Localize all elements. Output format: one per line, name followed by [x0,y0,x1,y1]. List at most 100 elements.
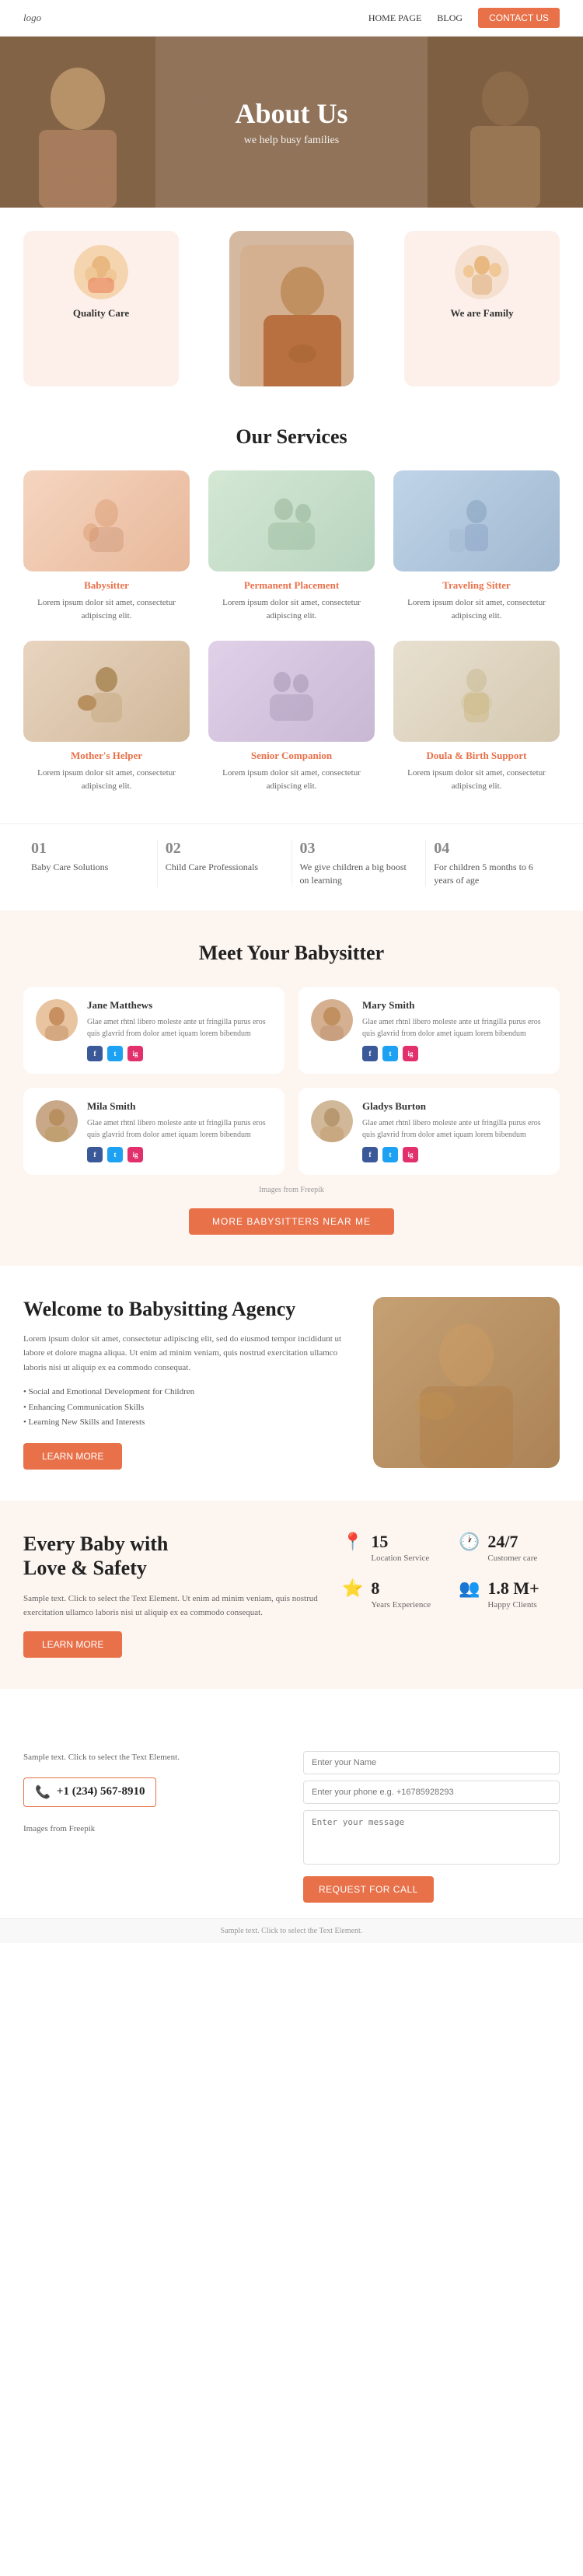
nav-blog[interactable]: BLOG [437,12,463,24]
welcome-learn-button[interactable]: LEARN MORE [23,1443,122,1470]
experience-label: Years Experience [371,1600,431,1610]
footer-right: REQUEST FOR CALL [303,1751,560,1903]
traveling-name: Traveling Sitter [393,579,560,592]
family-avatar [455,245,509,299]
location-label: Location Service [371,1554,429,1563]
mary-info: Mary Smith Glae amet rhtnl libero molest… [362,999,547,1061]
phone-input[interactable] [303,1781,560,1804]
traveling-desc: Lorem ipsum dolor sit amet, consectetur … [393,596,560,622]
feature-cards-row: Quality Care We are Family [0,208,583,394]
love-stat-experience: ⭐ 8 Years Experience [342,1578,443,1610]
welcome-image [373,1297,560,1468]
permanent-name: Permanent Placement [208,579,375,592]
mary-social: f t ig [362,1046,547,1061]
mila-twitter-icon[interactable]: t [107,1147,123,1162]
gladys-info: Gladys Burton Glae amet rhtnl libero mol… [362,1100,547,1162]
welcome-text: Welcome to Babysitting Agency Lorem ipsu… [23,1297,350,1470]
welcome-list: Social and Emotional Development for Chi… [23,1385,350,1431]
service-permanent: Permanent Placement Lorem ipsum dolor si… [208,470,375,622]
stat-2: 02 Child Care Professionals [157,840,292,887]
love-learn-button[interactable]: LEARN MORE [23,1631,122,1658]
gladys-twitter-icon[interactable]: t [382,1147,398,1162]
clients-value: 1.8 M+ [487,1578,539,1599]
welcome-para: Lorem ipsum dolor sit amet, consectetur … [23,1332,350,1375]
quality-care-label: Quality Care [34,307,168,320]
more-babysitters-button[interactable]: MORE BABYSITTERS NEAR ME [189,1208,394,1235]
jane-name: Jane Matthews [87,999,272,1012]
gladys-instagram-icon[interactable]: ig [403,1147,418,1162]
hero-content: About Us we help busy families [235,97,347,147]
mila-name: Mila Smith [87,1100,272,1113]
nav-cta-button[interactable]: CONTACT US [478,8,560,28]
love-stat-location: 📍 15 Location Service [342,1532,443,1563]
babysitters-grid: Jane Matthews Glae amet rhtnl libero mol… [23,987,560,1175]
star-icon: ⭐ [342,1578,363,1599]
permanent-img [208,470,375,571]
service-babysitter: Babysitter Lorem ipsum dolor sit amet, c… [23,470,190,622]
traveling-img [393,470,560,571]
services-grid: Babysitter Lorem ipsum dolor sit amet, c… [23,470,560,792]
footer-freepik-note: Images from Freepik [23,1823,280,1837]
mother-desc: Lorem ipsum dolor sit amet, consectetur … [23,767,190,792]
stat-4: 04 For children 5 months to 6 years of a… [425,840,560,887]
gladys-name: Gladys Burton [362,1100,547,1113]
mila-facebook-icon[interactable]: f [87,1147,103,1162]
phone-icon: 📞 [35,1784,51,1800]
gladys-social: f t ig [362,1147,547,1162]
service-doula: Doula & Birth Support Lorem ipsum dolor … [393,641,560,792]
customer-value: 24/7 [487,1532,537,1552]
love-para: Sample text. Click to select the Text El… [23,1592,319,1620]
middle-image [240,245,354,386]
permanent-desc: Lorem ipsum dolor sit amet, consectetur … [208,596,375,622]
mary-name: Mary Smith [362,999,547,1012]
senior-name: Senior Companion [208,750,375,762]
freepik-note: Images from Freepik [23,1186,560,1194]
babysitter-gladys: Gladys Burton Glae amet rhtnl libero mol… [298,1088,560,1175]
message-input[interactable] [303,1810,560,1865]
stat-3-label: We give children a big boost on learning [300,861,418,887]
hero-photo-right [428,37,583,208]
hero-section: About Us we help busy families [0,37,583,208]
jane-twitter-icon[interactable]: t [107,1046,123,1061]
name-input[interactable] [303,1751,560,1774]
navbar: logo HOME PAGE BLOG CONTACT US [0,0,583,37]
feature-card-middle [229,231,354,386]
mila-info: Mila Smith Glae amet rhtnl libero molest… [87,1100,272,1162]
senior-img [208,641,375,742]
mila-social: f t ig [87,1147,272,1162]
mother-name: Mother's Helper [23,750,190,762]
phone-button[interactable]: 📞 +1 (234) 567-8910 [23,1777,156,1807]
mary-twitter-icon[interactable]: t [382,1046,398,1061]
spacer [0,1689,583,1720]
stat-2-label: Child Care Professionals [166,861,284,874]
gladys-facebook-icon[interactable]: f [362,1147,378,1162]
stat-4-label: For children 5 months to 6 years of age [434,861,552,887]
mila-avatar [36,1100,78,1142]
doula-desc: Lorem ipsum dolor sit amet, consectetur … [393,767,560,792]
love-stat-clients: 👥 1.8 M+ Happy Clients [459,1578,560,1610]
service-mother: Mother's Helper Lorem ipsum dolor sit am… [23,641,190,792]
babysitter-jane: Jane Matthews Glae amet rhtnl libero mol… [23,987,285,1074]
nav-home[interactable]: HOME PAGE [368,12,422,24]
jane-info: Jane Matthews Glae amet rhtnl libero mol… [87,999,272,1061]
meet-section: Meet Your Babysitter Jane Matthews Glae … [0,911,583,1266]
request-call-button[interactable]: REQUEST FOR CALL [303,1876,434,1903]
jane-facebook-icon[interactable]: f [87,1046,103,1061]
location-icon: 📍 [342,1532,363,1552]
love-stats: 📍 15 Location Service 🕐 24/7 Customer ca… [342,1532,560,1610]
experience-value: 8 [371,1578,431,1599]
footer-left: Sample text. Click to select the Text El… [23,1751,280,1903]
stat-1: 01 Baby Care Solutions [23,840,157,887]
mila-instagram-icon[interactable]: ig [127,1147,143,1162]
jane-instagram-icon[interactable]: ig [127,1046,143,1061]
hero-subtitle: we help busy families [235,135,347,147]
meet-title: Meet Your Babysitter [23,942,560,965]
mary-instagram-icon[interactable]: ig [403,1046,418,1061]
location-value: 15 [371,1532,429,1552]
footer-left-text: Sample text. Click to select the Text El… [23,1751,280,1765]
customer-label: Customer care [487,1554,537,1563]
mary-desc: Glae amet rhtnl libero moleste ante ut f… [362,1016,547,1040]
mary-facebook-icon[interactable]: f [362,1046,378,1061]
stat-1-label: Baby Care Solutions [31,861,149,874]
we-are-family-label: We are Family [415,307,549,320]
